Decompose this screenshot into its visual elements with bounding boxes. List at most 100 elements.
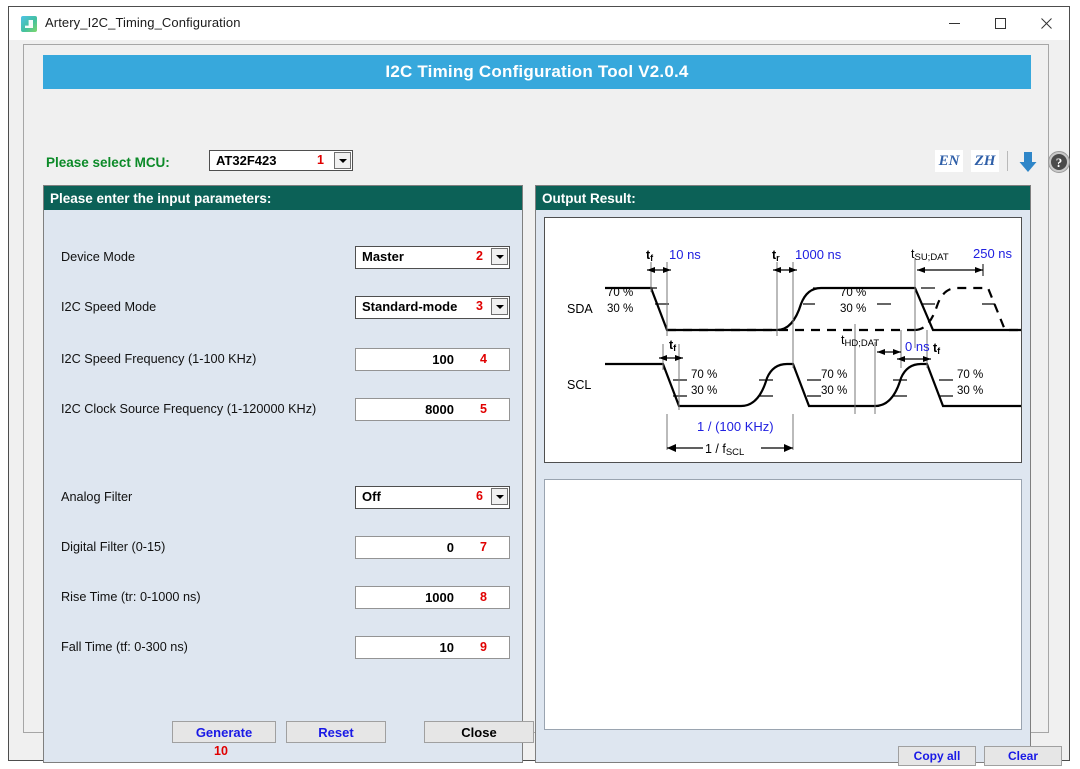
input-fall-time-value: 10 <box>439 640 454 655</box>
svg-text:70 %: 70 % <box>840 287 866 299</box>
maximize-button[interactable] <box>977 7 1023 39</box>
close-icon <box>1040 17 1052 29</box>
mcu-select[interactable]: AT32F423 1 <box>209 150 353 171</box>
input-speed-frequency-value: 100 <box>432 352 454 367</box>
language-zh-button[interactable]: ZH <box>971 150 999 172</box>
input-speed-frequency[interactable]: 100 4 <box>355 348 510 371</box>
sda-label: SDA <box>567 302 593 316</box>
label-digital-filter: Digital Filter (0-15) <box>61 540 166 554</box>
minimize-button[interactable] <box>931 7 977 39</box>
output-panel-title: Output Result: <box>536 186 1030 210</box>
svg-text:70 %: 70 % <box>607 287 633 299</box>
svg-text:70 %: 70 % <box>957 369 983 381</box>
chevron-down-icon[interactable] <box>491 298 508 315</box>
annotation-10: 10 <box>214 744 228 758</box>
application-window: Artery_I2C_Timing_Configuration I2C Timi… <box>8 6 1070 766</box>
copy-all-button[interactable]: Copy all <box>898 746 976 766</box>
label-speed-frequency: I2C Speed Frequency (1-100 KHz) <box>61 352 257 366</box>
chevron-down-icon[interactable] <box>491 248 508 265</box>
tr-symbol: tr <box>772 248 780 263</box>
form-row-analog-filter: Analog Filter Off 6 <box>44 486 522 512</box>
close-button[interactable]: Close <box>424 721 534 743</box>
annotation-7: 7 <box>480 540 487 554</box>
chevron-down-icon[interactable] <box>334 152 351 169</box>
input-digital-filter-value: 0 <box>446 540 454 555</box>
close-window-button[interactable] <box>1023 7 1069 39</box>
input-digital-filter[interactable]: 0 7 <box>355 536 510 559</box>
svg-text:?: ? <box>1056 155 1063 170</box>
help-button[interactable]: ? <box>1047 150 1071 174</box>
generate-button[interactable]: Generate <box>172 721 276 743</box>
annotation-9: 9 <box>480 640 487 654</box>
form-row-speed-frequency: I2C Speed Frequency (1-100 KHz) 100 4 <box>44 348 522 374</box>
select-analog-filter[interactable]: Off 6 <box>355 486 510 509</box>
annotation-8: 8 <box>480 590 487 604</box>
tsu-dat-symbol: tSU;DAT <box>911 247 949 263</box>
svg-text:30 %: 30 % <box>840 303 866 315</box>
input-clock-source-frequency[interactable]: 8000 5 <box>355 398 510 421</box>
client-area: I2C Timing Configuration Tool V2.0.4 Ple… <box>23 44 1070 766</box>
minimize-icon <box>948 22 960 24</box>
form-row-device-mode: Device Mode Master 2 <box>44 246 522 272</box>
input-parameters-panel: Please enter the input parameters: Devic… <box>43 185 523 763</box>
label-clock-source-frequency: I2C Clock Source Frequency (1-120000 KHz… <box>61 402 317 416</box>
tf-symbol-2: tf <box>669 338 677 353</box>
form-row-speed-mode: I2C Speed Mode Standard-mode 3 <box>44 296 522 322</box>
output-textarea[interactable] <box>544 479 1022 730</box>
select-device-mode-value: Master <box>362 249 404 264</box>
tool-icon-bar: EN ZH ? <box>929 150 1071 178</box>
annotation-4: 4 <box>480 352 487 366</box>
label-analog-filter: Analog Filter <box>61 490 133 504</box>
annotation-2: 2 <box>476 249 483 263</box>
svg-text:30 %: 30 % <box>691 385 717 397</box>
label-fall-time: Fall Time (tf: 0-300 ns) <box>61 640 188 654</box>
tf-symbol-3: tf <box>933 341 941 356</box>
app-icon <box>21 16 37 32</box>
scl-period-value: 1 / (100 KHz) <box>697 419 774 434</box>
label-rise-time: Rise Time (tr: 0-1000 ns) <box>61 590 201 604</box>
annotation-3: 3 <box>476 299 483 313</box>
mcu-label: Please select MCU: <box>46 155 170 170</box>
select-speed-mode[interactable]: Standard-mode 3 <box>355 296 510 319</box>
svg-text:70 %: 70 % <box>691 369 717 381</box>
input-clock-source-frequency-value: 8000 <box>425 402 454 417</box>
form-row-clock-source-frequency: I2C Clock Source Frequency (1-120000 KHz… <box>44 398 522 424</box>
thd-dat-symbol: tHD;DAT <box>841 333 879 349</box>
label-speed-mode: I2C Speed Mode <box>61 300 157 314</box>
mcu-select-value: AT32F423 <box>216 153 277 168</box>
icon-separator <box>1007 151 1008 171</box>
annotation-6: 6 <box>476 489 483 503</box>
reset-button[interactable]: Reset <box>286 721 386 743</box>
svg-text:70 %: 70 % <box>821 369 847 381</box>
chevron-down-icon[interactable] <box>491 488 508 505</box>
fall-time-value: 10 ns <box>669 247 701 262</box>
download-button[interactable] <box>1017 150 1039 174</box>
tf-symbol-1: tf <box>646 248 654 263</box>
app-banner: I2C Timing Configuration Tool V2.0.4 <box>43 55 1031 89</box>
annotation-5: 5 <box>480 402 487 416</box>
i2c-timing-waveform-svg: SDA SCL 70 % 30 % 70 % 30 % 70 % 30 % 70… <box>567 246 1021 458</box>
svg-text:30 %: 30 % <box>957 385 983 397</box>
maximize-icon <box>994 17 1006 29</box>
form-row-rise-time: Rise Time (tr: 0-1000 ns) 1000 8 <box>44 586 522 612</box>
setup-time-value: 250 ns <box>973 246 1013 261</box>
label-device-mode: Device Mode <box>61 250 136 264</box>
download-icon <box>1019 152 1037 172</box>
window-title: Artery_I2C_Timing_Configuration <box>45 15 241 30</box>
select-device-mode[interactable]: Master 2 <box>355 246 510 269</box>
form-row-fall-time: Fall Time (tf: 0-300 ns) 10 9 <box>44 636 522 662</box>
input-rise-time-value: 1000 <box>425 590 454 605</box>
svg-text:30 %: 30 % <box>821 385 847 397</box>
annotation-1: 1 <box>317 153 324 167</box>
rise-time-value: 1000 ns <box>795 247 842 262</box>
clear-button[interactable]: Clear <box>984 746 1062 766</box>
scl-label: SCL <box>567 378 591 392</box>
hold-time-value: 0 ns <box>905 339 930 354</box>
language-en-button[interactable]: EN <box>935 150 963 172</box>
help-icon: ? <box>1048 151 1070 173</box>
input-panel-title: Please enter the input parameters: <box>44 186 522 210</box>
svg-text:30 %: 30 % <box>607 303 633 315</box>
input-rise-time[interactable]: 1000 8 <box>355 586 510 609</box>
select-analog-filter-value: Off <box>362 489 381 504</box>
input-fall-time[interactable]: 10 9 <box>355 636 510 659</box>
